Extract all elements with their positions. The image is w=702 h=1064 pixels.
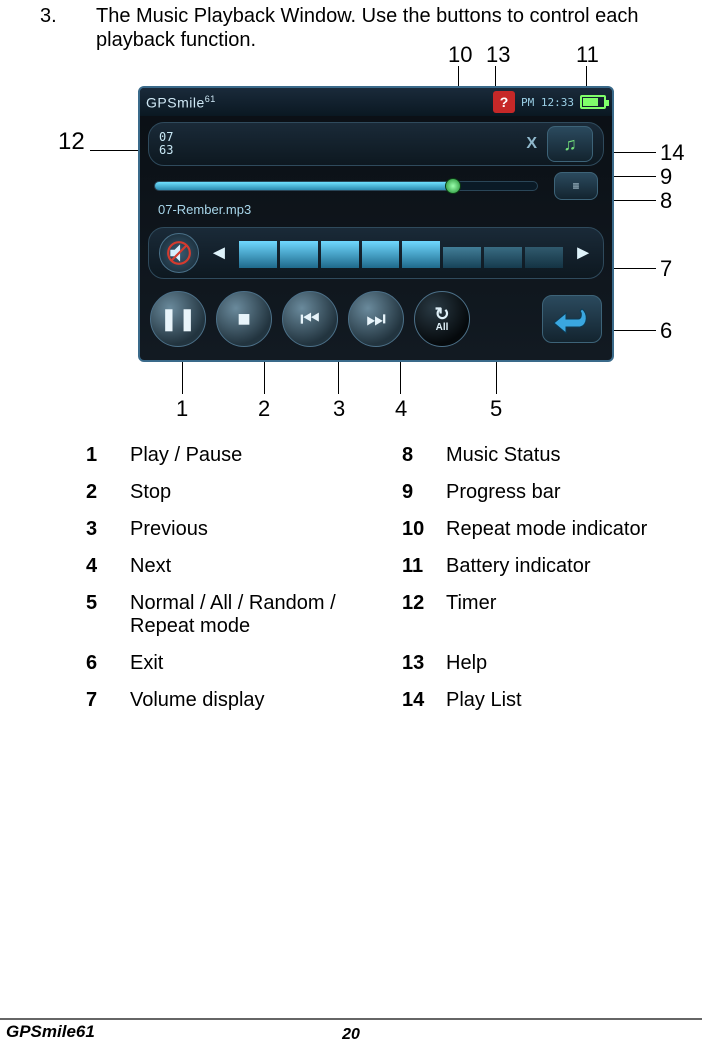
callout-14: 14 bbox=[660, 140, 684, 166]
legend-text: Previous bbox=[130, 518, 402, 541]
legend-num: 13 bbox=[402, 652, 446, 675]
legend-text: Play List bbox=[446, 689, 702, 712]
timer-display: 07 63 bbox=[159, 131, 173, 157]
volume-display bbox=[239, 238, 563, 268]
logo-sup: 61 bbox=[205, 94, 216, 104]
legend-num: 12 bbox=[402, 592, 446, 615]
legend-text: Next bbox=[130, 555, 402, 578]
volume-up-icon[interactable]: ► bbox=[573, 242, 593, 265]
legend-row: 6Exit 13Help bbox=[86, 652, 702, 675]
battery-fill bbox=[583, 98, 598, 106]
legend-num: 9 bbox=[402, 481, 446, 504]
legend-row: 4Next 11Battery indicator bbox=[86, 555, 702, 578]
clock-text: PM 12:33 bbox=[521, 96, 574, 109]
legend-num: 3 bbox=[86, 518, 130, 541]
callout-4: 4 bbox=[395, 396, 407, 422]
legend-text: Help bbox=[446, 652, 702, 675]
legend-text: Repeat mode indicator bbox=[446, 518, 702, 541]
legend-num: 14 bbox=[402, 689, 446, 712]
legend-text: Exit bbox=[130, 652, 402, 675]
logo-text-b: e bbox=[196, 94, 204, 110]
legend-text: Play / Pause bbox=[130, 444, 402, 467]
callout-6: 6 bbox=[660, 318, 672, 344]
legend-row: 3Previous 10Repeat mode indicator bbox=[86, 518, 702, 541]
callout-9: 9 bbox=[660, 164, 672, 190]
control-row: ❚❚ ■ ⏮ ⏭ ↻ All bbox=[140, 285, 612, 355]
back-arrow-icon bbox=[552, 303, 592, 335]
next-button[interactable]: ⏭ bbox=[348, 291, 404, 347]
progress-knob[interactable] bbox=[445, 178, 461, 194]
speaker-muted-icon bbox=[166, 240, 192, 266]
page-number: 20 bbox=[342, 1026, 360, 1044]
battery-icon bbox=[580, 95, 606, 109]
legend-num: 6 bbox=[86, 652, 130, 675]
previous-button[interactable]: ⏮ bbox=[282, 291, 338, 347]
legend-num: 2 bbox=[86, 481, 130, 504]
legend-text: Battery indicator bbox=[446, 555, 702, 578]
volume-panel: ◄ ► bbox=[148, 227, 604, 279]
legend-text: Volume display bbox=[130, 689, 402, 712]
device-logo: GPSmile61 bbox=[146, 94, 216, 111]
callout-5: 5 bbox=[490, 396, 502, 422]
legend-num: 4 bbox=[86, 555, 130, 578]
legend-num: 8 bbox=[402, 444, 446, 467]
legend-num: 10 bbox=[402, 518, 446, 541]
progress-bar[interactable] bbox=[154, 181, 538, 191]
legend-text: Stop bbox=[130, 481, 402, 504]
legend-num: 11 bbox=[402, 555, 446, 578]
progress-fill bbox=[155, 182, 453, 190]
manual-page: 3. The Music Playback Window. Use the bu… bbox=[0, 0, 702, 1064]
timer-bottom: 63 bbox=[159, 144, 173, 157]
titlebar-right: ? PM 12:33 bbox=[493, 91, 606, 113]
play-pause-button[interactable]: ❚❚ bbox=[150, 291, 206, 347]
callout-11: 11 bbox=[576, 42, 599, 68]
legend-num: 5 bbox=[86, 592, 130, 615]
help-icon[interactable]: ? bbox=[493, 91, 515, 113]
music-player-window: GPSmile61 ? PM 12:33 07 63 X ♫ ≡ 07 bbox=[138, 86, 614, 362]
callout-8: 8 bbox=[660, 188, 672, 214]
callout-2: 2 bbox=[258, 396, 270, 422]
music-status-button[interactable]: ≡ bbox=[554, 172, 598, 200]
legend-text: Progress bar bbox=[446, 481, 702, 504]
exit-button[interactable] bbox=[542, 295, 602, 343]
volume-down-icon[interactable]: ◄ bbox=[209, 242, 229, 265]
callout-10: 10 bbox=[448, 42, 472, 68]
titlebar: GPSmile61 ? PM 12:33 bbox=[140, 88, 612, 116]
legend-row: 2Stop 9Progress bar bbox=[86, 481, 702, 504]
callout-7: 7 bbox=[660, 256, 672, 282]
logo-text-a: GPSmil bbox=[146, 94, 196, 110]
legend-row: 5Normal / All / Random / Repeat mode 12T… bbox=[86, 592, 702, 638]
playlist-button[interactable]: ♫ bbox=[547, 126, 593, 162]
repeat-mode-indicator-icon: X bbox=[526, 135, 537, 153]
stop-button[interactable]: ■ bbox=[216, 291, 272, 347]
legend-table: 1Play / Pause 8Music Status 2Stop 9Progr… bbox=[86, 444, 702, 726]
callout-13: 13 bbox=[486, 42, 510, 68]
footer-model: GPSmile61 bbox=[6, 1022, 95, 1042]
legend-text: Music Status bbox=[446, 444, 702, 467]
repeat-arrow-icon: ↻ bbox=[434, 305, 449, 323]
intro-block: 3. The Music Playback Window. Use the bu… bbox=[40, 4, 662, 52]
track-name: 07-Rember.mp3 bbox=[140, 202, 612, 221]
repeat-mode-button[interactable]: ↻ All bbox=[414, 291, 470, 347]
mute-icon[interactable] bbox=[159, 233, 199, 273]
progress-row: ≡ bbox=[140, 172, 612, 202]
legend-num: 7 bbox=[86, 689, 130, 712]
timer-panel: 07 63 X ♫ bbox=[148, 122, 604, 166]
legend-row: 7Volume display 14Play List bbox=[86, 689, 702, 712]
legend-text: Normal / All / Random / Repeat mode bbox=[130, 592, 402, 638]
callout-12: 12 bbox=[58, 128, 85, 156]
step-number: 3. bbox=[40, 4, 80, 28]
repeat-mode-label: All bbox=[436, 323, 449, 333]
legend-row: 1Play / Pause 8Music Status bbox=[86, 444, 702, 467]
legend-num: 1 bbox=[86, 444, 130, 467]
callout-3: 3 bbox=[333, 396, 345, 422]
legend-text: Timer bbox=[446, 592, 702, 615]
page-footer: GPSmile61 20 bbox=[0, 1018, 702, 1046]
callout-1: 1 bbox=[176, 396, 188, 422]
